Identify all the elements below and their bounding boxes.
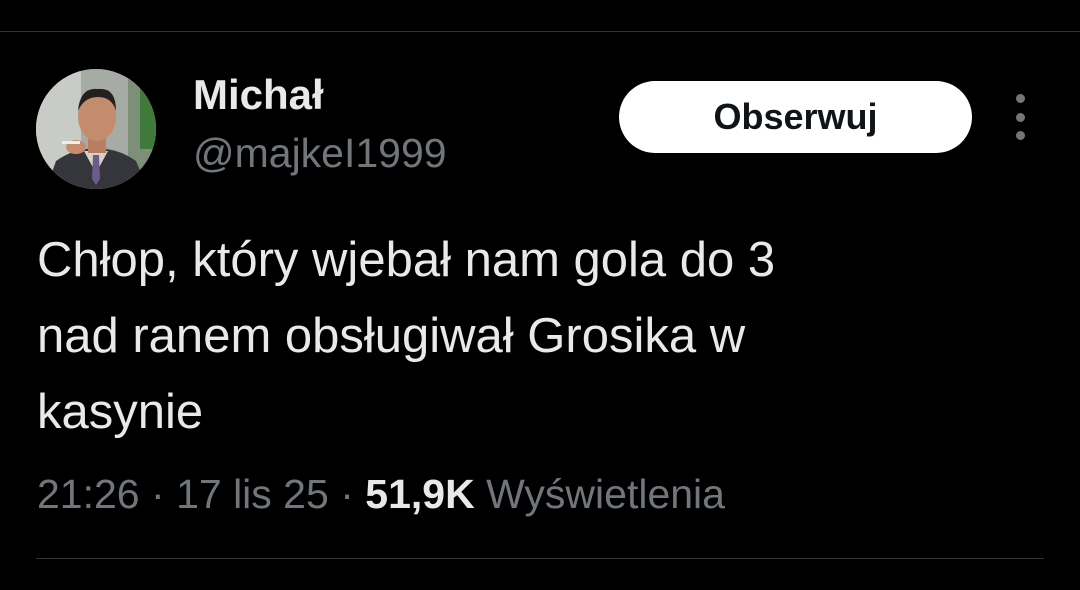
tweet-meta: 21:26 · 17 lis 25 · 51,9K Wyświetlenia [37, 467, 725, 521]
more-vertical-icon [1015, 94, 1025, 103]
tweet-text: Chłop, który wjebał nam gola do 3 nad ra… [37, 222, 997, 450]
profile-photo-icon [36, 69, 156, 189]
author-display-name[interactable]: Michał [193, 70, 324, 120]
tweet-text-line: kasynie [37, 385, 204, 439]
avatar[interactable] [36, 69, 156, 189]
more-vertical-icon-dot [1015, 131, 1025, 140]
meta-separator: · [151, 471, 165, 517]
tweet-date[interactable]: 17 lis 25 [176, 471, 329, 517]
tweet-time[interactable]: 21:26 [37, 471, 140, 517]
author-handle[interactable]: @majkeI1999 [193, 128, 447, 178]
views-count: 51,9K [365, 471, 475, 517]
tweet-text-line: nad ranem obsługiwał Grosika w [37, 309, 746, 363]
more-options-button[interactable] [1000, 94, 1040, 140]
more-vertical-icon-dot [1015, 112, 1025, 122]
tweet-text-line: Chłop, który wjebał nam gola do 3 [37, 233, 776, 287]
meta-separator: · [340, 471, 354, 517]
follow-button[interactable]: Obserwuj [619, 81, 972, 153]
top-divider [0, 31, 1080, 32]
bottom-divider [36, 558, 1044, 559]
views-label: Wyświetlenia [486, 471, 725, 517]
